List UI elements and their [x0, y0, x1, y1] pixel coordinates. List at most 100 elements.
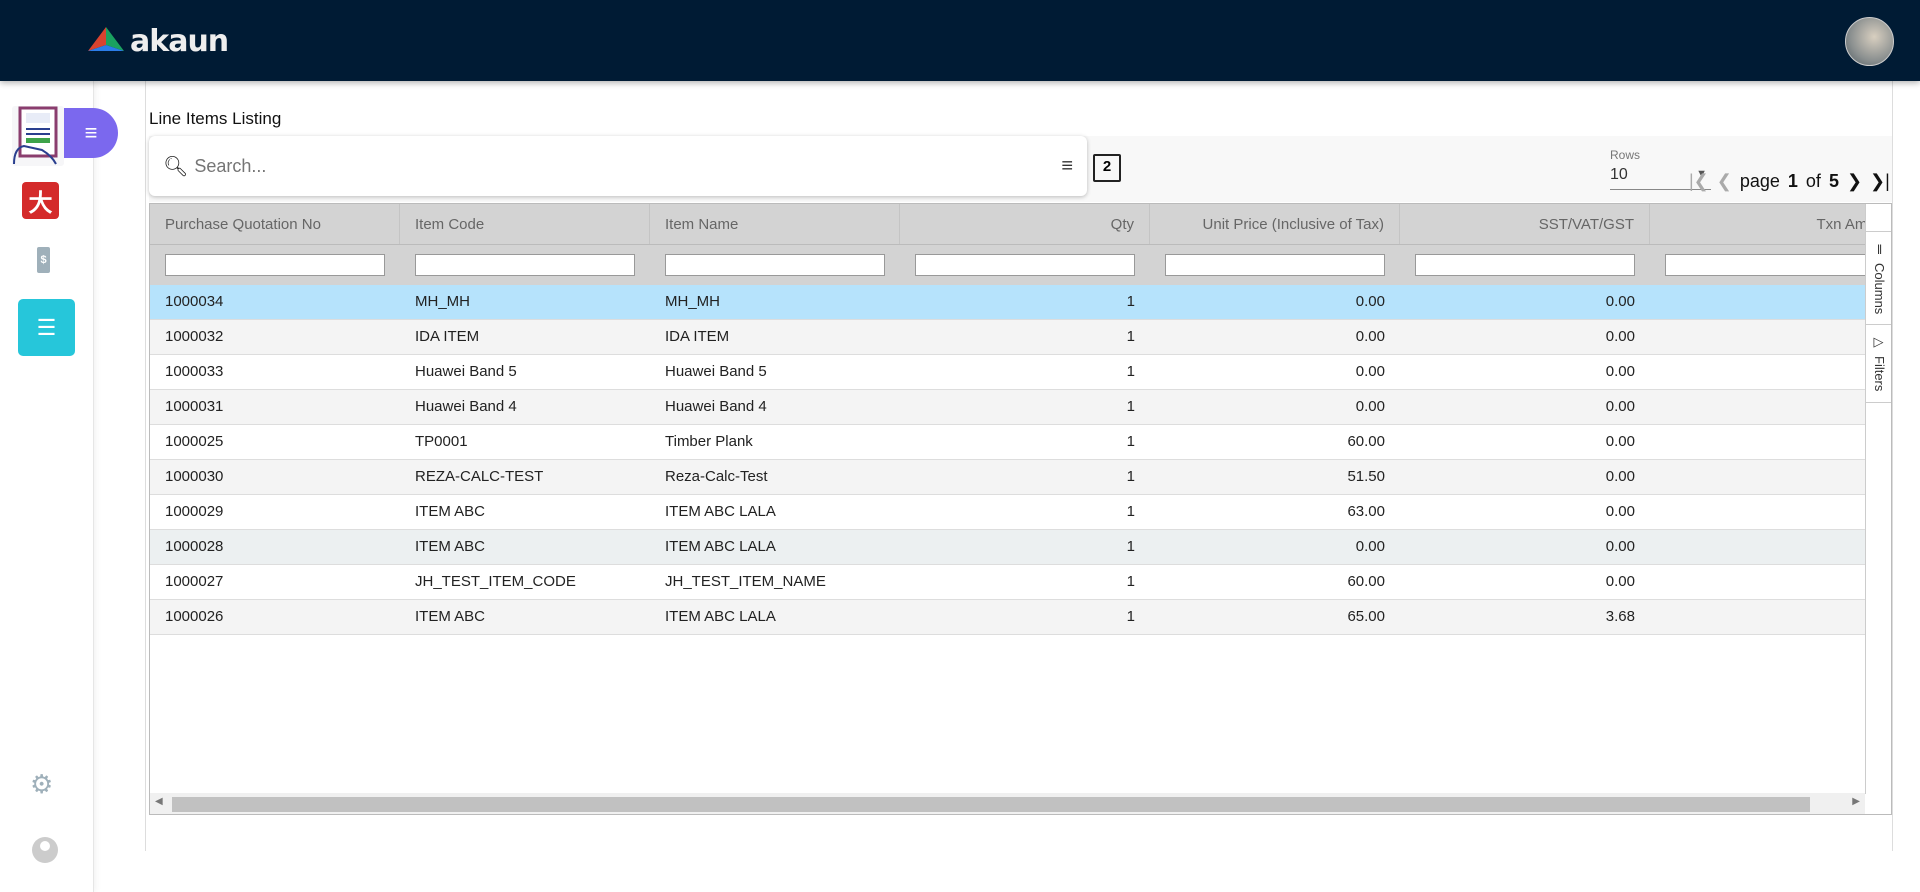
filters-tab[interactable]: ▷ Filters: [1866, 325, 1891, 403]
cell-pq-no: 1000027: [165, 573, 224, 590]
cell-qty: 1: [1126, 538, 1135, 555]
cell-txn-amount: 63: [1650, 495, 1891, 529]
cell-item-name: Timber Plank: [665, 433, 753, 450]
cell-qty: 1: [1126, 398, 1135, 415]
cell-tax: 0.00: [1605, 538, 1635, 555]
col-header-txn-amount[interactable]: Txn Amou: [1650, 204, 1891, 244]
col-header-qty[interactable]: Qty: [900, 204, 1150, 244]
columns-tab[interactable]: ‖ Columns: [1866, 232, 1891, 326]
filters-label: Filters: [1872, 356, 1887, 392]
filter-item-code[interactable]: [415, 254, 635, 276]
cell-qty: 1: [1126, 433, 1135, 450]
cell-qty: 1: [1126, 608, 1135, 625]
columns-label: Columns: [1872, 263, 1887, 315]
filter-unit-price[interactable]: [1165, 254, 1385, 276]
cell-unit-price: 0.00: [1355, 363, 1385, 380]
sidebar: ≡ 大 $ ☰ ⚙: [0, 81, 118, 892]
filter-pq-no[interactable]: [165, 254, 385, 276]
side-panel: ‖ Columns ▷ Filters: [1865, 204, 1891, 794]
table-row[interactable]: 1000026ITEM ABCITEM ABC LALA165.003.6865: [150, 600, 1885, 635]
logo-triangle-icon: [88, 26, 124, 51]
quote-app-icon[interactable]: [12, 106, 64, 166]
cell-pq-no: 1000030: [165, 468, 224, 485]
scroll-right-icon[interactable]: ▶: [1852, 796, 1860, 807]
cell-tax: 0.00: [1605, 468, 1635, 485]
cell-tax: 0.00: [1605, 293, 1635, 310]
cell-pq-no: 1000029: [165, 503, 224, 520]
prev-page-icon[interactable]: ❮: [1717, 171, 1732, 192]
cell-txn-amount: 51: [1650, 460, 1891, 494]
cell-unit-price: 0.00: [1355, 538, 1385, 555]
cell-item-code: IDA ITEM: [415, 328, 480, 345]
cell-txn-amount: 60: [1650, 565, 1891, 599]
cell-txn-amount: 0: [1650, 320, 1891, 354]
col-header-pq-no[interactable]: Purchase Quotation No: [150, 204, 400, 244]
cell-unit-price: 0.00: [1355, 398, 1385, 415]
cell-item-code: REZA-CALC-TEST: [415, 468, 544, 485]
cell-unit-price: 0.00: [1355, 328, 1385, 345]
cell-item-code: ITEM ABC: [415, 608, 486, 625]
scrollbar-thumb[interactable]: [172, 797, 1810, 812]
table-row[interactable]: 1000025TP0001Timber Plank160.000.0060: [150, 425, 1885, 460]
akaun-logo[interactable]: akaun: [88, 24, 229, 59]
cell-tax: 0.00: [1605, 433, 1635, 450]
filter-icon[interactable]: ≡: [1061, 155, 1073, 178]
cell-txn-amount: 65: [1650, 600, 1891, 634]
cell-unit-price: 65.00: [1347, 608, 1385, 625]
cell-unit-price: 0.00: [1355, 293, 1385, 310]
filter-row: [150, 245, 1885, 285]
cell-item-name: ITEM ABC LALA: [665, 503, 776, 520]
cell-pq-no: 1000025: [165, 433, 224, 450]
table-row[interactable]: 1000031 Huawei Band 4 Huawei Band 4 1 0.00 0.…: [150, 390, 1885, 425]
page-word: page: [1739, 171, 1780, 191]
current-page: 1: [1787, 171, 1798, 191]
search-icon: 🔍︎: [163, 155, 189, 178]
cell-tax: 3.68: [1605, 608, 1635, 625]
table-row[interactable]: 1000030 REZA-CALC-TEST Reza-Calc-Test 1 51.5…: [150, 460, 1885, 495]
last-page-icon[interactable]: ❯|: [1870, 171, 1890, 192]
cell-qty: 1: [1126, 468, 1135, 485]
cell-item-code: Huawei Band 4: [415, 398, 517, 415]
col-header-tax[interactable]: SST/VAT/GST: [1400, 204, 1650, 244]
line-items-grid: Purchase Quotation No Item Code Item Nam…: [149, 203, 1892, 815]
grid-toolbar: 🔍︎ ≡ 2 Rows 10▼ |❮ ❮ page 1 of 5 ❯ ❯|: [149, 136, 1892, 202]
cell-pq-no: 1000034: [165, 293, 224, 310]
app-red-icon[interactable]: 大: [22, 182, 59, 219]
scroll-left-icon[interactable]: ◀: [155, 796, 163, 807]
next-page-icon[interactable]: ❯: [1847, 171, 1862, 192]
cell-tax: 0.00: [1605, 573, 1635, 590]
user-profile-icon[interactable]: [32, 837, 58, 863]
line-items-list-button[interactable]: ☰: [18, 299, 75, 356]
table-row[interactable]: 1000034MH_MHMH_MH10.000.000: [150, 285, 1885, 320]
col-header-item-name[interactable]: Item Name: [650, 204, 900, 244]
table-row[interactable]: 1000033 Huawei Band 5 Huawei Band 5 1 0.00 0.…: [150, 355, 1885, 390]
filter-qty[interactable]: [915, 254, 1135, 276]
table-row[interactable]: 1000032IDA ITEMIDA ITEM10.000.000: [150, 320, 1885, 355]
filter-item-name[interactable]: [665, 254, 885, 276]
cell-unit-price: 60.00: [1347, 573, 1385, 590]
horizontal-scrollbar[interactable]: ◀ ▶: [150, 793, 1865, 814]
cell-qty: 1: [1126, 503, 1135, 520]
table-row[interactable]: 1000028ITEM ABCITEM ABC LALA10.000.000: [150, 530, 1885, 565]
invoice-dollar-icon[interactable]: $: [37, 247, 50, 273]
cell-unit-price: 51.50: [1347, 468, 1385, 485]
cell-item-name: JH_TEST_ITEM_NAME: [665, 573, 826, 590]
table-row[interactable]: 1000029ITEM ABCITEM ABC LALA163.000.0063: [150, 495, 1885, 530]
col-header-unit-price[interactable]: Unit Price (Inclusive of Tax): [1150, 204, 1400, 244]
column-count-icon[interactable]: 2: [1093, 154, 1121, 182]
filter-txn-amount[interactable]: [1665, 254, 1885, 276]
cell-qty: 1: [1126, 328, 1135, 345]
user-avatar[interactable]: [1845, 17, 1894, 66]
cell-txn-amount: 60: [1650, 425, 1891, 459]
cell-txn-amount: 0: [1650, 390, 1891, 424]
table-row[interactable]: 1000027 JH_TEST_ITEM_CODE JH_TEST_ITEM_NAM…: [150, 565, 1885, 600]
funnel-icon: ▷: [1872, 335, 1887, 351]
rows-label: Rows: [1610, 148, 1641, 162]
first-page-icon[interactable]: |❮: [1689, 171, 1709, 192]
filter-tax[interactable]: [1415, 254, 1635, 276]
cell-qty: 1: [1126, 293, 1135, 310]
menu-toggle-button[interactable]: ≡: [64, 108, 118, 158]
search-input[interactable]: [194, 155, 1062, 177]
col-header-item-code[interactable]: Item Code: [400, 204, 650, 244]
settings-gear-icon[interactable]: ⚙: [30, 769, 53, 800]
